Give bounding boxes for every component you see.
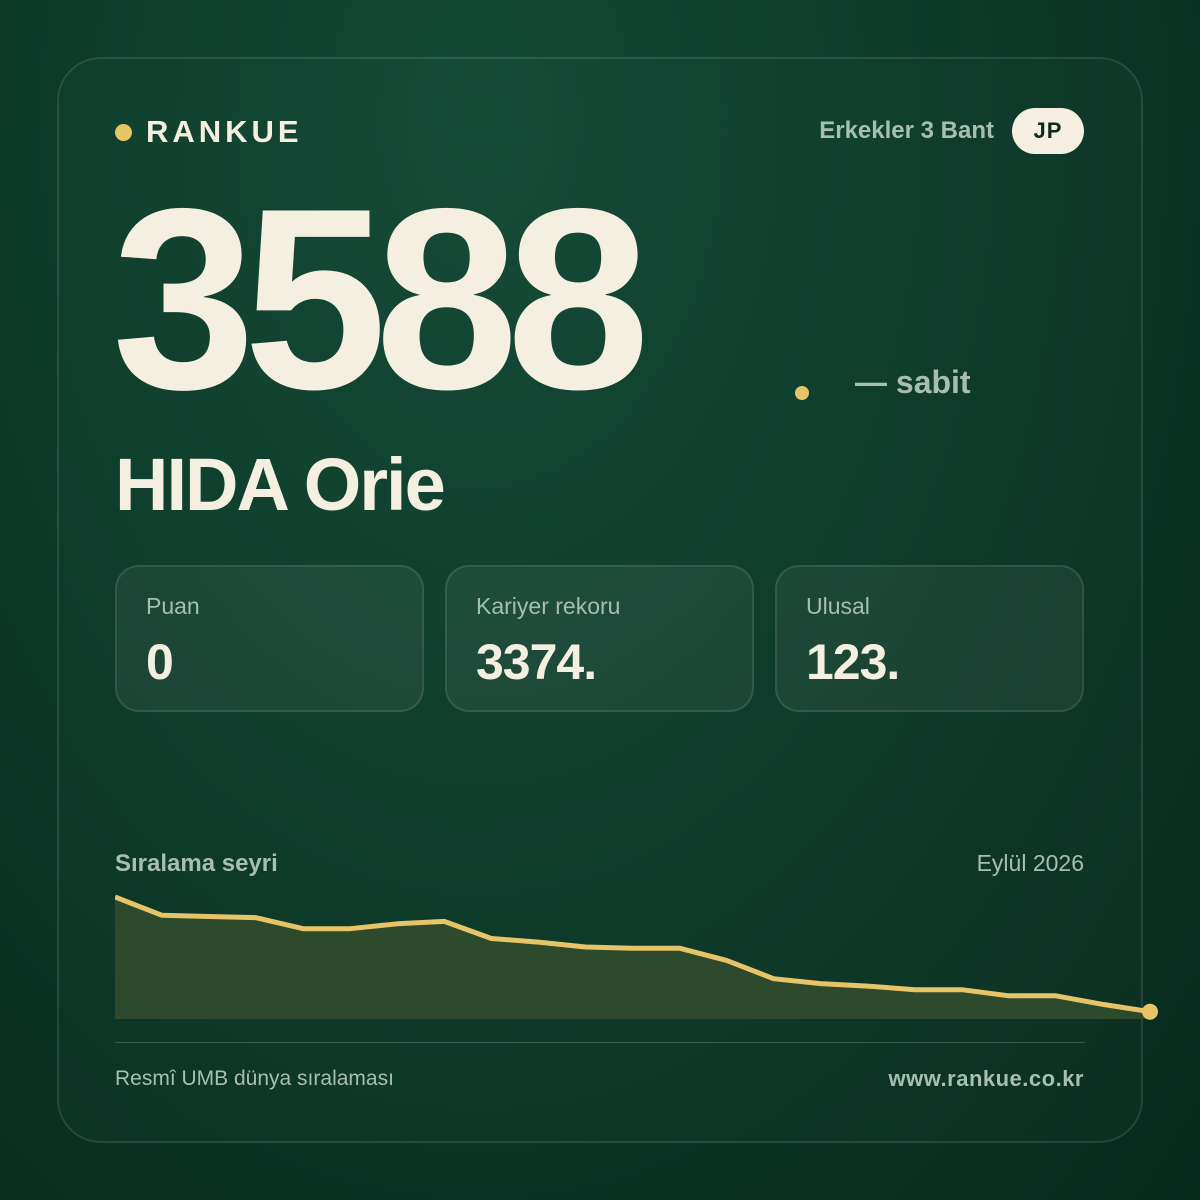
- trend-status: — sabit: [855, 364, 971, 400]
- rank-dot-icon: [795, 386, 809, 400]
- country-badge: JP: [1012, 108, 1084, 154]
- brand-dot-icon: [115, 123, 132, 141]
- stat-card-points: Puan 0: [115, 565, 424, 712]
- footer-source: Resmî UMB dünya sıralaması: [115, 1067, 394, 1090]
- stat-label: Ulusal: [806, 593, 870, 619]
- chart-date: Eylül 2026: [976, 850, 1084, 876]
- stat-value: 123.: [806, 634, 900, 690]
- stat-value: 0: [146, 634, 174, 690]
- category-label: Erkekler 3 Bant: [819, 117, 994, 144]
- rank-trend-chart: [115, 894, 1158, 1020]
- stat-label: Puan: [146, 593, 200, 619]
- chart-title: Sıralama seyri: [115, 850, 278, 877]
- brand-name: RANKUE: [146, 114, 303, 149]
- trend-area: [115, 897, 1150, 1019]
- brand-logo: RANKUE: [115, 114, 303, 150]
- stat-value: 3374.: [476, 634, 597, 690]
- header-meta: Erkekler 3 Bant JP: [819, 108, 1084, 154]
- footer-website-link[interactable]: www.rankue.co.kr: [889, 1066, 1084, 1092]
- stat-card-career-record: Kariyer rekoru 3374.: [445, 565, 754, 712]
- player-name: HIDA Orie: [115, 443, 446, 526]
- rank-number: 3588: [112, 154, 650, 443]
- stat-card-national: Ulusal 123.: [775, 565, 1084, 712]
- stat-label: Kariyer rekoru: [476, 593, 621, 619]
- footer-divider: [115, 1042, 1085, 1043]
- trend-end-point: [1142, 1003, 1158, 1020]
